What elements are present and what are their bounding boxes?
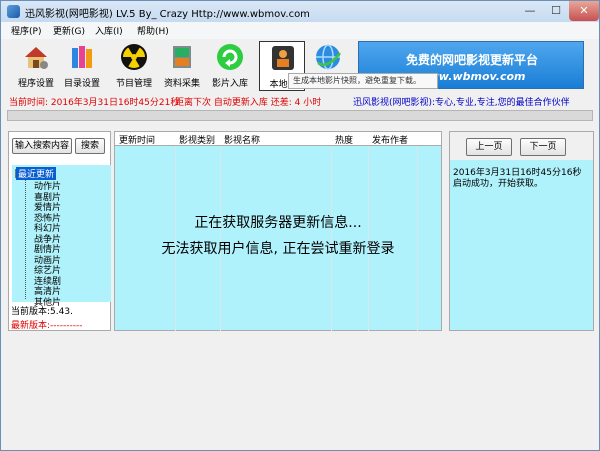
loading-message: 正在获取服务器更新信息... — [194, 215, 362, 231]
directory-settings-button[interactable]: 目录设置 — [59, 41, 105, 91]
minimize-button[interactable]: — — [517, 1, 543, 21]
close-button[interactable]: ✕ — [569, 1, 599, 21]
category-tree: − 最近更新 动作片 喜剧片 爱情片 恐怖片 科幻片 战争片 剧情片 动画片 综… — [12, 165, 111, 308]
pager: 上一页 下一页 — [450, 132, 593, 160]
tooltip: 生成本地影片快照，避免重复下载。 — [288, 73, 438, 89]
maximize-button[interactable]: ☐ — [543, 1, 569, 21]
prev-page-button[interactable]: 上一页 — [466, 138, 512, 156]
column-header[interactable]: 影视类别 — [179, 133, 215, 146]
search-input-button[interactable]: 输入搜索内容 — [12, 138, 72, 154]
progress-bar — [7, 110, 593, 121]
category-panel: 输入搜索内容 搜索 − 最近更新 动作片 喜剧片 爱情片 恐怖片 科幻片 战争片… — [8, 131, 111, 331]
program-settings-button[interactable]: 程序设置 — [13, 41, 59, 91]
tool-label: 影片入库 — [211, 79, 248, 89]
app-window: 迅风影视(网吧影视) LV.5 By_ Crazy Http://www.wbm… — [0, 0, 600, 451]
column-header[interactable]: 影视名称 — [224, 133, 260, 146]
movie-list[interactable]: 更新时间 影视类别 影视名称 热度 发布作者 正在获取服务器更新信息... 无法… — [114, 131, 442, 331]
title-bar: 迅风影视(网吧影视) LV.5 By_ Crazy Http://www.wbm… — [1, 1, 599, 22]
movie-import-button[interactable]: 影片入库 — [207, 41, 253, 91]
tool-label: 节目管理 — [115, 79, 152, 89]
menu-update[interactable]: 更新(G) — [53, 24, 85, 37]
next-page-button[interactable]: 下一页 — [520, 138, 566, 156]
person-icon — [272, 46, 294, 70]
search-button[interactable]: 搜索 — [75, 138, 105, 154]
current-version: 当前版本:5.43. — [11, 307, 73, 317]
menu-import[interactable]: 入库(I) — [95, 24, 123, 37]
window-title: 迅风影视(网吧影视) LV.5 By_ Crazy Http://www.wbm… — [25, 9, 310, 20]
radiation-icon — [121, 44, 147, 70]
list-header: 更新时间 影视类别 影视名称 热度 发布作者 — [115, 132, 441, 146]
column-header[interactable]: 热度 — [335, 133, 353, 146]
latest-version: 最新版本:---------- — [11, 321, 83, 331]
column-header[interactable]: 更新时间 — [119, 133, 155, 146]
tool-label: 程序设置 — [17, 79, 54, 89]
current-time: 当前时间: 2016年3月31日16时45分21秒 — [9, 98, 180, 108]
app-icon — [7, 5, 20, 18]
banner-title: 免费的网吧影视更新平台 — [405, 53, 538, 67]
login-error-message: 无法获取用户信息, 正在尝试重新登录 — [161, 241, 395, 257]
next-update: 距离下次 自动更新入库 还差: 4 小时 — [175, 98, 322, 108]
house-gear-icon — [25, 47, 48, 69]
globe-icon — [316, 44, 341, 70]
log-panel: 上一页 下一页 2016年3月31日16时45分16秒 启动成功，开始获取。 — [449, 131, 594, 331]
data-collect-button[interactable]: 资料采集 — [159, 41, 205, 91]
slogan: 迅风影视(网吧影视):专心,专业,专注,您的最佳合作伙伴 — [353, 98, 570, 108]
status-line: 当前时间: 2016年3月31日16时45分21秒 距离下次 自动更新入库 还差… — [1, 95, 599, 108]
album-icon — [173, 46, 191, 68]
tool-label: 目录设置 — [63, 79, 100, 89]
log-line: 启动成功，开始获取。 — [453, 179, 544, 189]
refresh-icon — [217, 44, 243, 70]
menu-bar: 程序(P) 更新(G) 入库(I) 帮助(H) — [1, 22, 599, 39]
menu-program[interactable]: 程序(P) — [11, 24, 41, 37]
program-manage-button[interactable]: 节目管理 — [111, 41, 157, 91]
books-icon — [72, 46, 92, 68]
column-header[interactable]: 发布作者 — [372, 133, 408, 146]
menu-help[interactable]: 帮助(H) — [137, 24, 169, 37]
tree-connector — [25, 178, 26, 299]
tool-label: 资料采集 — [163, 79, 200, 89]
